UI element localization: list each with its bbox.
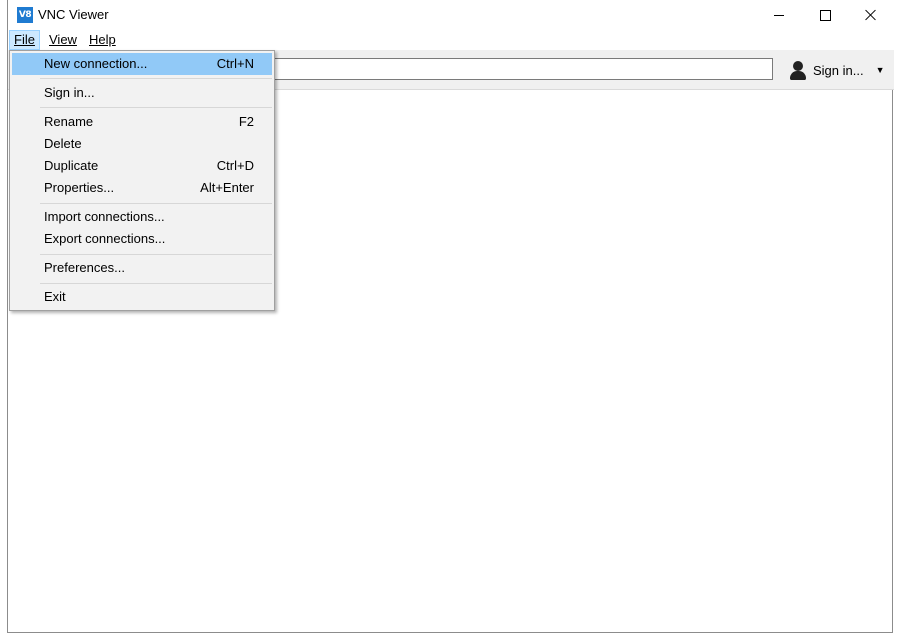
menu-item-delete[interactable]: Delete — [12, 133, 272, 155]
menu-separator — [40, 203, 272, 204]
menu-item-sign-in[interactable]: Sign in... — [12, 82, 272, 104]
menu-item-label: Import connections... — [44, 209, 165, 224]
menu-separator — [40, 107, 272, 108]
menu-item-duplicate[interactable]: Duplicate Ctrl+D — [12, 155, 272, 177]
signin-label: Sign in... — [813, 62, 864, 78]
menu-view-label: View — [49, 32, 77, 47]
menu-item-label: Properties... — [44, 180, 115, 195]
menu-item-label: Preferences... — [44, 260, 125, 275]
maximize-button[interactable] — [802, 0, 848, 30]
menu-item-preferences[interactable]: Preferences... — [12, 257, 272, 279]
menu-item-new-connection[interactable]: New connection... Ctrl+N — [12, 53, 272, 75]
minimize-icon — [774, 14, 784, 16]
menu-item-rename[interactable]: Rename F2 — [12, 111, 272, 133]
menu-item-label: New connection... — [44, 56, 148, 71]
menu-item-shortcut: Ctrl+D — [216, 158, 254, 173]
menu-item-label: Duplicate — [44, 158, 99, 173]
menu-item-label: Sign in... — [44, 85, 95, 100]
menu-separator — [40, 254, 272, 255]
menu-help-label: Help — [89, 32, 116, 47]
menu-item-shortcut: Ctrl+N — [216, 56, 254, 71]
menu-item-import-connections[interactable]: Import connections... — [12, 206, 272, 228]
menu-item-shortcut: F2 — [238, 114, 254, 129]
title-bar[interactable]: V8 VNC Viewer — [8, 0, 894, 30]
signin-button[interactable]: Sign in... ▼ — [789, 58, 885, 82]
menu-file[interactable]: File — [9, 30, 40, 50]
menu-help[interactable]: Help — [85, 30, 120, 50]
chevron-down-icon[interactable]: ▼ — [876, 65, 885, 75]
file-menu-dropdown: New connection... Ctrl+N Sign in... Rena… — [9, 50, 275, 311]
user-icon — [789, 60, 807, 80]
menu-item-exit[interactable]: Exit — [12, 286, 272, 308]
search-input[interactable] — [272, 58, 773, 80]
menu-separator — [40, 78, 272, 79]
menu-view[interactable]: View — [45, 30, 81, 50]
close-icon — [865, 9, 877, 21]
menu-item-label: Delete — [44, 136, 82, 151]
menu-item-label: Rename — [44, 114, 94, 129]
vnc-app-icon: V8 — [17, 7, 33, 23]
menu-file-label: File — [14, 32, 35, 47]
menu-item-label: Export connections... — [44, 231, 166, 246]
menu-separator — [40, 283, 272, 284]
menu-item-properties[interactable]: Properties... Alt+Enter — [12, 177, 272, 199]
menu-item-shortcut: Alt+Enter — [200, 180, 254, 195]
menu-bar: File View Help — [8, 30, 894, 50]
maximize-icon — [819, 9, 831, 21]
close-button[interactable] — [848, 0, 894, 30]
menu-item-export-connections[interactable]: Export connections... — [12, 228, 272, 250]
menu-item-label: Exit — [44, 289, 66, 304]
window-title: VNC Viewer — [38, 7, 109, 22]
minimize-button[interactable] — [756, 0, 802, 30]
